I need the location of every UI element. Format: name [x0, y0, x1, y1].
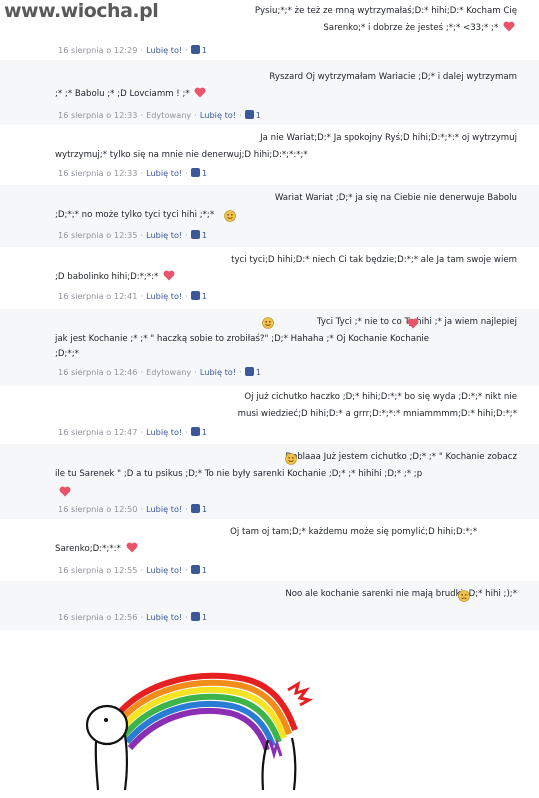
like-link[interactable]: Lubię to!	[146, 291, 182, 301]
comment-text-line2: ile tu Sarenek " ;D a tu psikus ;D;* To …	[55, 469, 423, 479]
rainbow-guy-illustration	[85, 672, 314, 791]
like-link[interactable]: Lubię to!	[146, 612, 182, 622]
like-count[interactable]: 1	[202, 230, 207, 240]
comment-meta: 16 sierpnia o 12:33 · Lubię to! · 1	[58, 168, 208, 178]
comment-text-line2: ;D babolinko hihi;D:*;*:*	[55, 272, 159, 282]
comment-text: Ryszard Oj wytrzymałam Wariacie ;D;* i d…	[269, 72, 517, 82]
thumbs-up-icon	[190, 565, 200, 574]
edited-label: Edytowany	[146, 110, 192, 120]
comment-meta: 16 sierpnia o 12:50 · Lubię to! · 1	[58, 504, 208, 514]
comment-meta: 16 sierpnia o 12:35 · Lubię to! · 1	[58, 230, 208, 240]
comment-text-line2: ;D;*;* no może tylko tyci tyci hihi ;*;*	[55, 210, 215, 220]
comment-text-line3: ;D;*;*	[55, 349, 79, 359]
comment-timestamp[interactable]: 16 sierpnia o 12:47	[58, 427, 137, 437]
comment-2: Ryszard Oj wytrzymałam Wariacie ;D;* i d…	[0, 60, 539, 126]
comment-text: Doblaaa Już jestem cichutko ;D;* ;* " Ko…	[285, 452, 517, 462]
edited-label: Edytowany	[146, 367, 192, 377]
comment-text-line2: wytrzymuj;* tylko się na mnie nie denerw…	[55, 150, 308, 160]
comment-7: Oj już cichutko haczko ;D;* hihi;D:*;* b…	[0, 386, 539, 445]
comment-thread: Pysiu;*;* że też ze mną wytrzymałaś;D:* …	[0, 0, 539, 630]
like-link[interactable]: Lubię to!	[200, 367, 236, 377]
comment-meta: 16 sierpnia o 12:55 · Lubię to! · 1	[58, 565, 208, 575]
comment-3: Ja nie Wariat;D:* Ja spokojny Ryś;D hihi…	[0, 125, 539, 186]
like-count[interactable]: 1	[256, 110, 261, 120]
like-link[interactable]: Lubię to!	[146, 504, 182, 514]
watermark-text: www.wiocha.pl	[4, 0, 159, 22]
comment-text: Pysiu;*;* że też ze mną wytrzymałaś;D:* …	[254, 6, 517, 16]
site-watermark: www.wiocha.pl	[4, 0, 159, 22]
like-count[interactable]: 1	[202, 45, 207, 55]
thumbs-up-icon	[190, 230, 200, 239]
comment-meta: 16 sierpnia o 12:47 · Lubię to! · 1	[58, 427, 208, 437]
thumbs-up-icon	[190, 45, 200, 54]
sad-smiley-icon	[458, 590, 470, 602]
comment-9: Oj tam oj tam;D;* każdemu może się pomyl…	[0, 519, 539, 582]
smiley-icon	[285, 453, 297, 465]
thumbs-up-icon	[244, 110, 254, 119]
comment-6: Tyci Tyci ;* nie to co Ty hihi ;* ja wie…	[0, 309, 539, 387]
comment-8: Doblaaa Już jestem cichutko ;D;* ;* " Ko…	[0, 444, 539, 520]
thumbs-up-icon	[190, 427, 200, 436]
like-count[interactable]: 1	[256, 367, 261, 377]
like-link[interactable]: Lubię to!	[146, 565, 182, 575]
thumbs-up-icon	[190, 612, 200, 621]
comment-text-line2: Sarenko;D:*;*:*	[55, 544, 121, 554]
like-link[interactable]: Lubię to!	[146, 427, 182, 437]
like-link[interactable]: Lubię to!	[146, 168, 182, 178]
comment-10: Noo ale kochanie sarenki nie mają brudki…	[0, 581, 539, 630]
thumbs-up-icon	[244, 367, 254, 376]
like-link[interactable]: Lubię to!	[146, 45, 182, 55]
heart-icon	[194, 87, 206, 98]
comment-meta: 16 sierpnia o 12:46 · Edytowany · Lubię to! ·…	[58, 367, 261, 377]
like-count[interactable]: 1	[202, 427, 207, 437]
like-count[interactable]: 1	[202, 168, 207, 178]
like-count[interactable]: 1	[202, 612, 207, 622]
comment-text: Oj tam oj tam;D;* każdemu może się pomyl…	[230, 527, 477, 537]
like-link[interactable]: Lubię to!	[200, 110, 236, 120]
smiley-icon	[262, 317, 274, 329]
heart-icon	[163, 270, 175, 281]
like-link[interactable]: Lubię to!	[146, 230, 182, 240]
comment-timestamp[interactable]: 16 sierpnia o 12:33	[58, 110, 137, 120]
comment-text: Noo ale kochanie sarenki nie mają brudki…	[285, 589, 517, 599]
comment-meta: 16 sierpnia o 12:29 · Lubię to! · 1	[58, 45, 208, 55]
comment-timestamp[interactable]: 16 sierpnia o 12:29	[58, 45, 137, 55]
comment-5: tyci tyci;D hihi;D:* niech Ci tak będzie…	[0, 247, 539, 310]
comment-text: Oj już cichutko haczko ;D;* hihi;D:*;* b…	[244, 392, 517, 402]
comment-timestamp[interactable]: 16 sierpnia o 12:50	[58, 504, 137, 514]
comment-4: Wariat Wariat ;D;* ja się na Ciebie nie …	[0, 185, 539, 248]
comment-text: Wariat Wariat ;D;* ja się na Ciebie nie …	[274, 193, 517, 203]
comment-timestamp[interactable]: 16 sierpnia o 12:33	[58, 168, 137, 178]
comment-text-line2: Sarenko;* i dobrze że jesteś ;*;* <33;* …	[323, 23, 499, 33]
comment-text-line2: ;* ;* Babolu ;* ;D Lovciamm ! ;*	[55, 89, 190, 99]
rainbow-meme-drawing	[0, 630, 539, 794]
thumbs-up-icon	[190, 291, 200, 300]
comment-meta: 16 sierpnia o 12:41 · Lubię to! · 1	[58, 291, 208, 301]
comment-timestamp[interactable]: 16 sierpnia o 12:41	[58, 291, 137, 301]
heart-icon	[407, 318, 419, 329]
heart-icon	[59, 486, 71, 497]
comment-text-line2: jak jest Kochanie ;* ;* " haczką sobie t…	[55, 334, 430, 344]
heart-icon	[503, 21, 515, 32]
smiley-icon	[224, 210, 236, 222]
comment-meta: 16 sierpnia o 12:33 · Edytowany · Lubię to! ·…	[58, 110, 261, 120]
comment-timestamp[interactable]: 16 sierpnia o 12:55	[58, 565, 137, 575]
comment-meta: 16 sierpnia o 12:56 · Lubię to! · 1	[58, 612, 208, 622]
comment-text: Ja nie Wariat;D:* Ja spokojny Ryś;D hihi…	[260, 133, 517, 143]
like-count[interactable]: 1	[202, 565, 207, 575]
comment-timestamp[interactable]: 16 sierpnia o 12:56	[58, 612, 137, 622]
thumbs-up-icon	[190, 168, 200, 177]
heart-icon	[126, 542, 138, 553]
like-count[interactable]: 1	[202, 291, 207, 301]
like-count[interactable]: 1	[202, 504, 207, 514]
comment-text: tyci tyci;D hihi;D:* niech Ci tak będzie…	[231, 255, 517, 265]
comment-text-line2: musi wiedzieć;D hihi;D:* a grrr;D:*;*:* …	[237, 409, 517, 419]
comment-timestamp[interactable]: 16 sierpnia o 12:46	[58, 367, 137, 377]
thumbs-up-icon	[190, 504, 200, 513]
comment-timestamp[interactable]: 16 sierpnia o 12:35	[58, 230, 137, 240]
